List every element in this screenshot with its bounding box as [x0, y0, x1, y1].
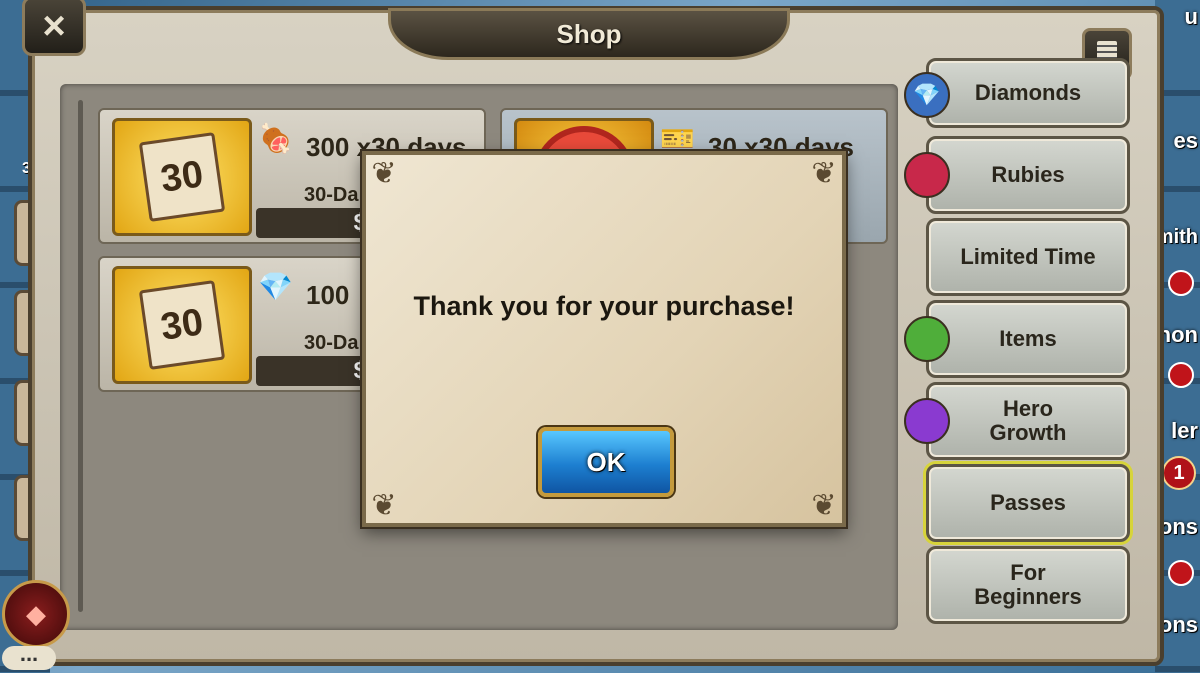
purchase-dialog: ❦ ❦ ❦ ❦ Thank you for your purchase! OK — [362, 151, 846, 527]
corner-flourish-icon: ❦ — [371, 488, 397, 522]
corner-flourish-icon: ❦ — [371, 156, 397, 190]
dialog-message: Thank you for your purchase! — [413, 291, 795, 321]
ok-button-label: OK — [586, 446, 626, 477]
ok-button[interactable]: OK — [538, 427, 674, 497]
corner-flourish-icon: ❦ — [811, 156, 837, 190]
corner-flourish-icon: ❦ — [811, 488, 837, 522]
